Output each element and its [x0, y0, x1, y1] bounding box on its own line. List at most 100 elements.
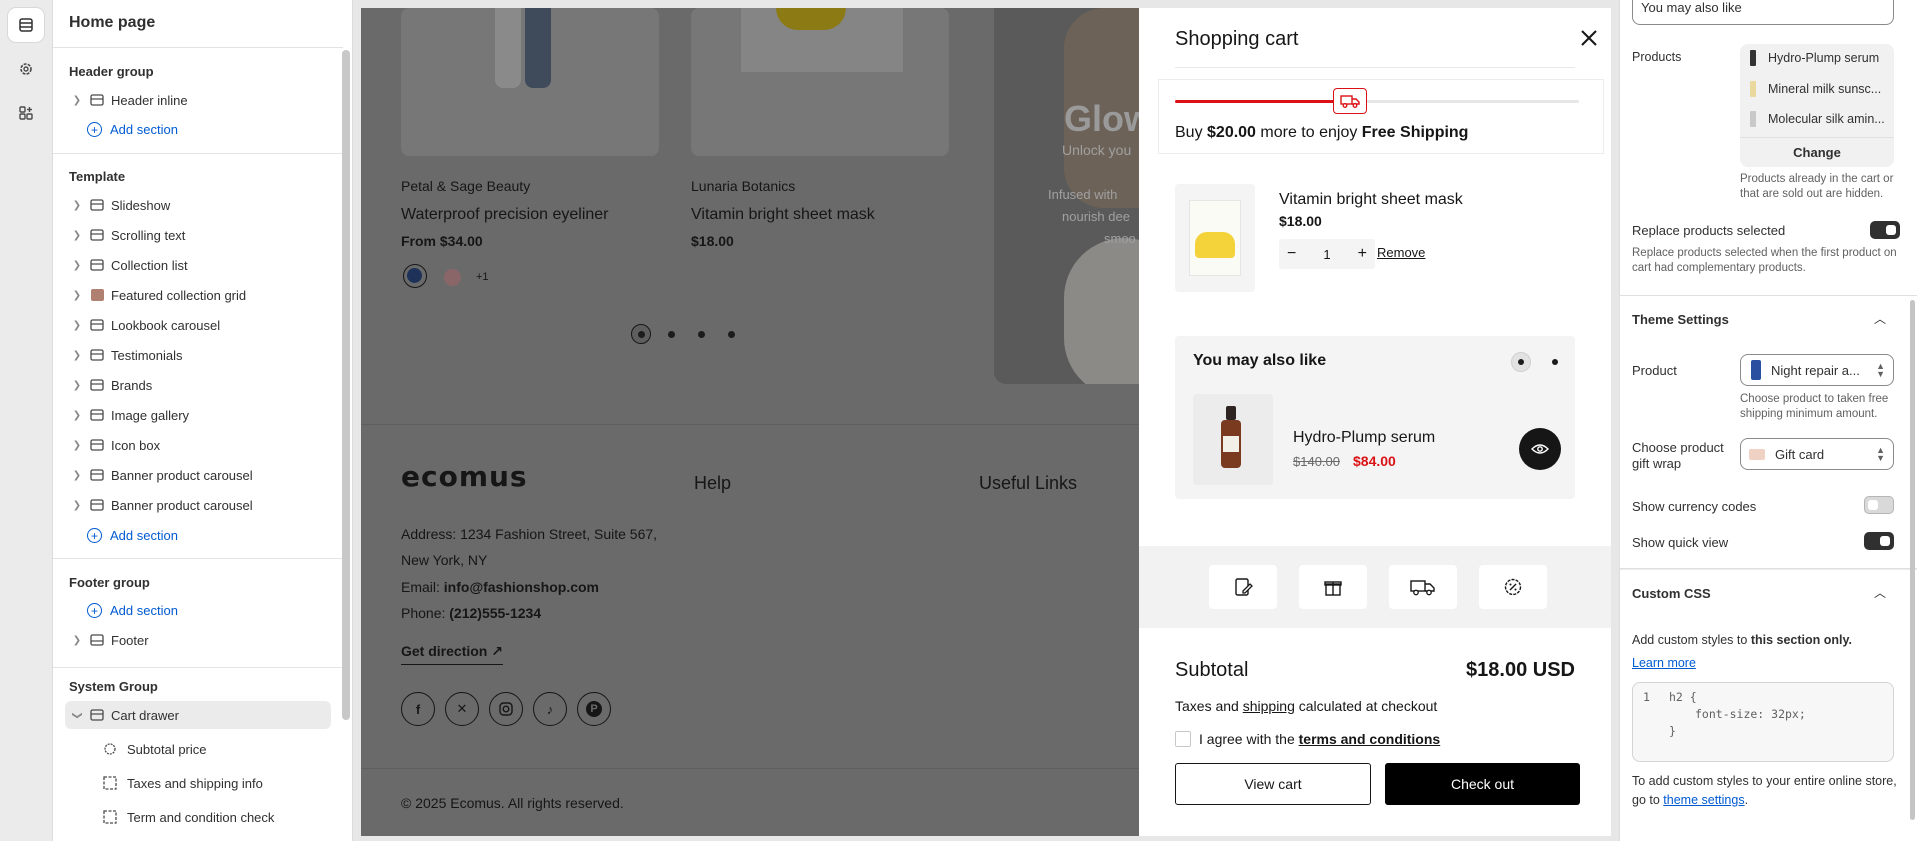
- gift-icon[interactable]: [1299, 565, 1367, 609]
- sidebar-item-footer[interactable]: ❯ Footer: [69, 626, 327, 654]
- chevron-right-icon[interactable]: ❯: [69, 260, 85, 271]
- chevron-up-icon[interactable]: ︿: [1874, 310, 1886, 327]
- chevron-right-icon[interactable]: ❯: [69, 380, 85, 391]
- footer-email-link[interactable]: info@fashionshop.com: [444, 579, 599, 595]
- carousel-dot-active[interactable]: [631, 324, 651, 344]
- sidebar-item-testimonials[interactable]: ❯ Testimonials: [69, 341, 327, 369]
- pinterest-icon[interactable]: P: [577, 692, 611, 726]
- footer-email: Email: info@fashionshop.com: [401, 579, 599, 595]
- product-title[interactable]: Vitamin bright sheet mask: [691, 206, 875, 224]
- chevron-right-icon[interactable]: ❯: [69, 440, 85, 451]
- sidebar-item-image-gallery[interactable]: ❯ Image gallery: [69, 401, 327, 429]
- tiktok-icon[interactable]: ♪: [533, 692, 567, 726]
- section-icon: [89, 93, 105, 107]
- product-image-sheet-mask[interactable]: [691, 8, 949, 156]
- sidebar-item-banner-product-carousel[interactable]: ❯ Banner product carousel: [69, 491, 327, 519]
- chevron-right-icon[interactable]: ❯: [69, 635, 85, 646]
- block-item-taxes-shipping[interactable]: Taxes and shipping info: [103, 770, 263, 796]
- promo-banner[interactable]: Glow Unlock you Infused with nourish dee…: [994, 8, 1139, 384]
- upsell-dot[interactable]: [1552, 359, 1558, 365]
- chevron-down-icon[interactable]: ❯: [72, 707, 83, 723]
- sections-icon[interactable]: [8, 8, 44, 42]
- quick-view-eye-icon[interactable]: [1519, 428, 1561, 470]
- carousel-dot[interactable]: [668, 331, 675, 338]
- close-icon[interactable]: [1579, 28, 1599, 53]
- swatch-pink[interactable]: [444, 269, 461, 286]
- carousel-dot[interactable]: [698, 331, 705, 338]
- quantity-value[interactable]: 1: [1323, 247, 1330, 262]
- chevron-up-icon[interactable]: ︿: [1874, 584, 1886, 601]
- chevron-right-icon[interactable]: ❯: [69, 200, 85, 211]
- product-select[interactable]: Night repair a... ▲ ▼: [1740, 354, 1894, 386]
- banner-text: smoo: [1104, 231, 1136, 246]
- taxes-shipping-info: Taxes and shipping calculated at checkou…: [1175, 698, 1438, 714]
- upsell-dot-active[interactable]: [1511, 352, 1531, 372]
- sidebar-item-featured-collection-grid[interactable]: ❯ Featured collection grid: [69, 281, 327, 309]
- checkout-button[interactable]: Check out: [1385, 763, 1580, 805]
- change-button[interactable]: Change: [1740, 137, 1894, 167]
- swatch-blue[interactable]: [403, 264, 427, 288]
- sidebar-item-lookbook-carousel[interactable]: ❯ Lookbook carousel: [69, 311, 327, 339]
- chevron-right-icon[interactable]: ❯: [69, 350, 85, 361]
- cart-item-image[interactable]: [1175, 184, 1255, 292]
- chevron-right-icon[interactable]: ❯: [69, 230, 85, 241]
- sidebar-item-header-inline[interactable]: ❯ Header inline: [69, 86, 327, 114]
- heading-input[interactable]: You may also like: [1632, 0, 1894, 25]
- product-item[interactable]: Mineral milk sunsc...: [1750, 81, 1881, 97]
- upsell-product-title[interactable]: Hydro-Plump serum: [1293, 429, 1435, 447]
- custom-css-help: Add custom styles to this section only.: [1632, 633, 1852, 647]
- add-section-button[interactable]: + Add section: [87, 528, 178, 543]
- shipping-link[interactable]: shipping: [1243, 698, 1295, 714]
- get-direction-link[interactable]: Get direction ↗: [401, 643, 503, 665]
- cart-item-price: $18.00: [1279, 213, 1322, 229]
- chevron-right-icon[interactable]: ❯: [69, 290, 85, 301]
- css-code-editor[interactable]: 1 h2 { font-size: 32px; }: [1632, 682, 1894, 762]
- minus-icon[interactable]: −: [1287, 245, 1296, 263]
- gift-wrap-select[interactable]: Gift card ▲ ▼: [1740, 438, 1894, 470]
- view-cart-button[interactable]: View cart: [1175, 763, 1371, 805]
- remove-link[interactable]: Remove: [1377, 245, 1425, 260]
- chevron-right-icon[interactable]: ❯: [69, 410, 85, 421]
- sidebar-scrollbar[interactable]: [342, 50, 350, 720]
- upsell-product-image[interactable]: [1193, 394, 1273, 485]
- learn-more-link[interactable]: Learn more: [1632, 656, 1696, 670]
- replace-toggle[interactable]: [1870, 221, 1900, 239]
- terms-link[interactable]: terms and conditions: [1299, 731, 1441, 747]
- sidebar-item-slideshow[interactable]: ❯ Slideshow: [69, 191, 327, 219]
- sidebar-item-cart-drawer[interactable]: ❯ Cart drawer: [65, 701, 331, 729]
- sidebar-item-banner-product-carousel[interactable]: ❯ Banner product carousel: [69, 461, 327, 489]
- theme-settings-link[interactable]: theme settings: [1663, 793, 1744, 807]
- instagram-icon[interactable]: [489, 692, 523, 726]
- sidebar-item-collection-list[interactable]: ❯ Collection list: [69, 251, 327, 279]
- chevron-right-icon[interactable]: ❯: [69, 95, 85, 106]
- sidebar-item-brands[interactable]: ❯ Brands: [69, 371, 327, 399]
- note-icon[interactable]: [1209, 565, 1277, 609]
- shipping-truck-icon[interactable]: [1389, 565, 1457, 609]
- apps-icon[interactable]: [8, 96, 44, 130]
- terms-checkbox[interactable]: [1175, 731, 1191, 747]
- product-item[interactable]: Molecular silk amin...: [1750, 111, 1885, 127]
- chevron-right-icon[interactable]: ❯: [69, 500, 85, 511]
- product-item[interactable]: Hydro-Plump serum: [1750, 50, 1879, 66]
- footer-logo[interactable]: ecomus: [401, 460, 528, 493]
- gear-icon[interactable]: [8, 52, 44, 86]
- discount-icon[interactable]: [1479, 565, 1547, 609]
- add-section-button[interactable]: + Add section: [87, 122, 178, 137]
- product-title[interactable]: Waterproof precision eyeliner: [401, 206, 609, 224]
- x-twitter-icon[interactable]: ✕: [445, 692, 479, 726]
- product-image-eyeliner[interactable]: [401, 8, 659, 156]
- plus-icon[interactable]: +: [1358, 245, 1367, 263]
- block-item-term-condition[interactable]: Term and condition check: [103, 804, 274, 830]
- facebook-icon[interactable]: f: [401, 692, 435, 726]
- quick-view-toggle[interactable]: [1864, 532, 1894, 550]
- cart-item-title[interactable]: Vitamin bright sheet mask: [1279, 191, 1463, 209]
- sidebar-item-icon-box[interactable]: ❯ Icon box: [69, 431, 327, 459]
- carousel-dot[interactable]: [728, 331, 735, 338]
- settings-scrollbar[interactable]: [1910, 300, 1915, 820]
- sidebar-item-scrolling-text[interactable]: ❯ Scrolling text: [69, 221, 327, 249]
- add-section-button[interactable]: + Add section: [87, 603, 178, 618]
- chevron-right-icon[interactable]: ❯: [69, 320, 85, 331]
- currency-codes-toggle[interactable]: [1864, 496, 1894, 514]
- block-item-subtotal-price[interactable]: Subtotal price: [103, 736, 207, 762]
- chevron-right-icon[interactable]: ❯: [69, 470, 85, 481]
